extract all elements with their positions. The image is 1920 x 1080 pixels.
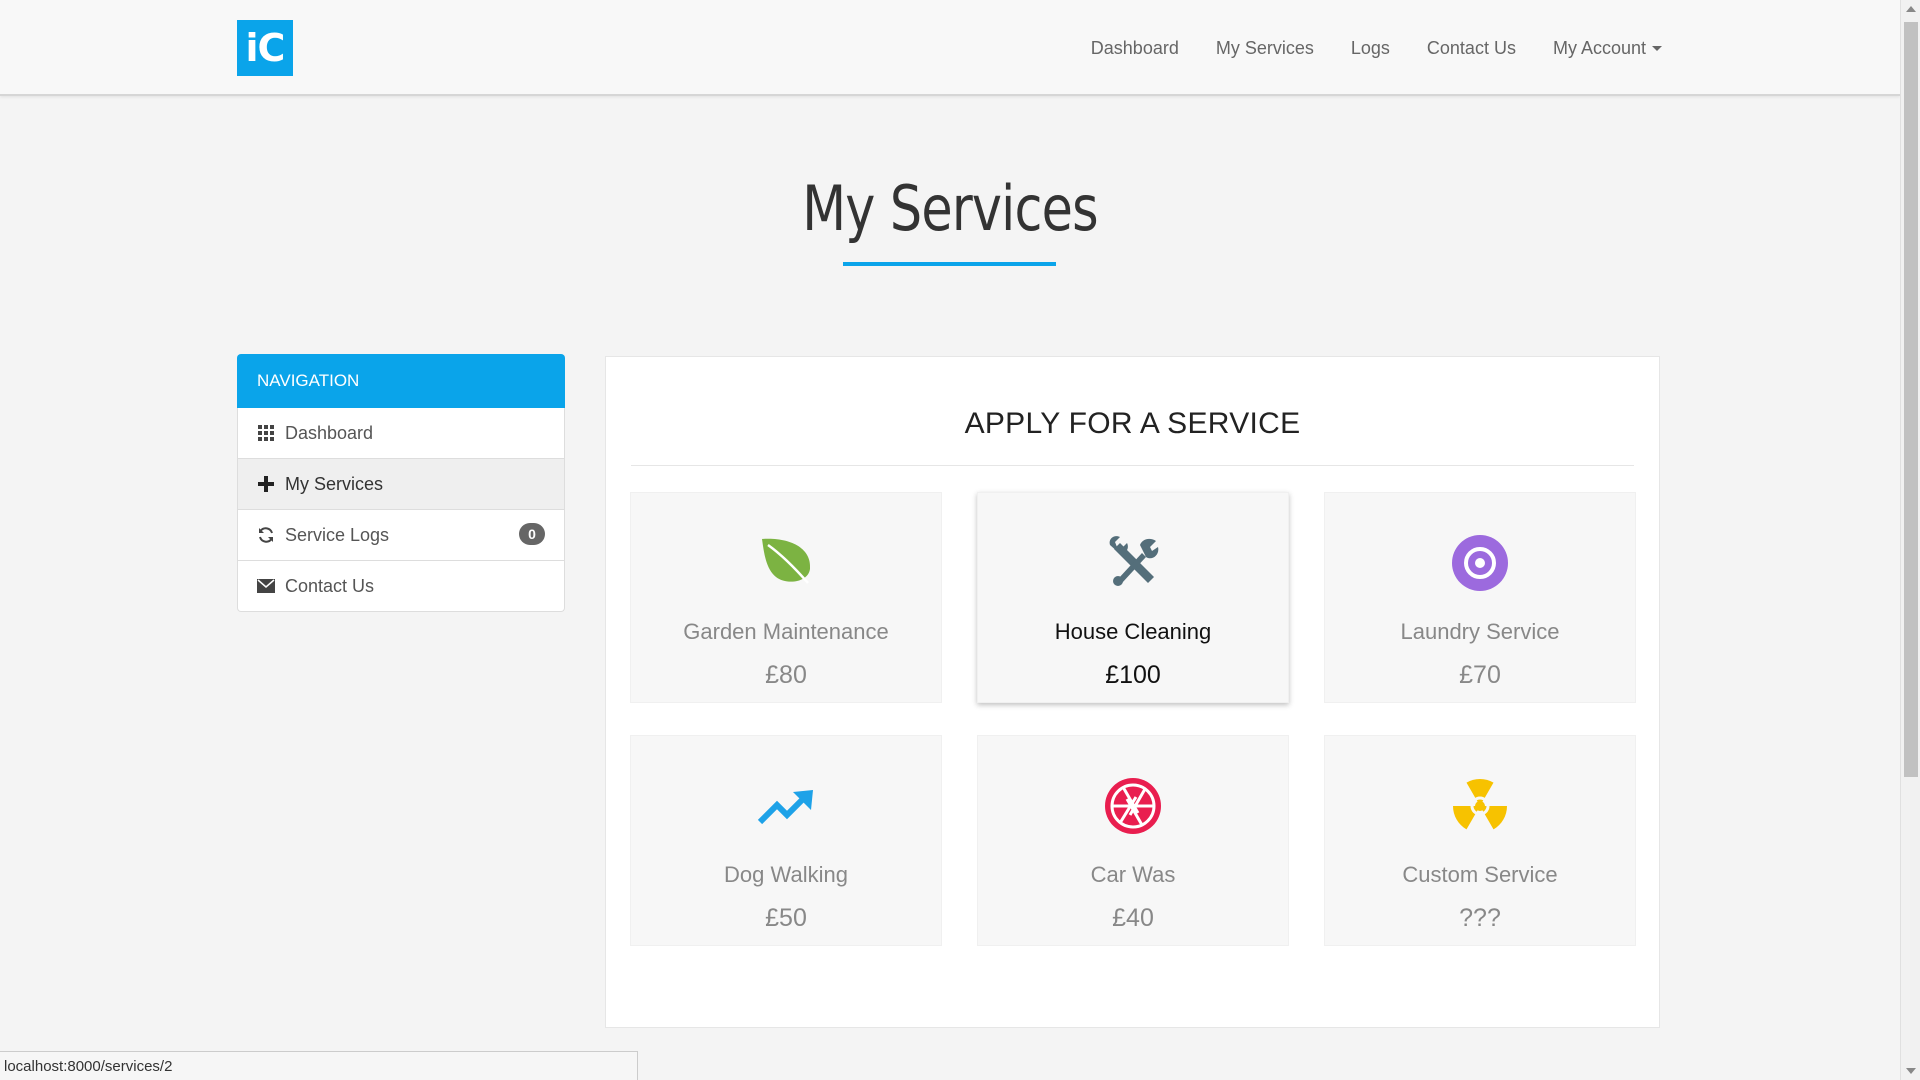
service-name: Dog Walking xyxy=(724,862,848,887)
service-name: Custom Service xyxy=(1402,862,1558,887)
sidebar-item-label: My Services xyxy=(285,473,384,494)
service-card-garden-maintenance[interactable]: Garden Maintenance £80 xyxy=(630,492,942,703)
service-price: £40 xyxy=(1112,904,1154,932)
service-price: £70 xyxy=(1459,661,1501,689)
top-navbar: iC Dashboard My Services Logs Contact Us… xyxy=(0,0,1900,96)
service-card-laundry-service[interactable]: Laundry Service £70 xyxy=(1324,492,1636,703)
browser-status-bar: localhost:8000/services/2 xyxy=(0,1051,638,1080)
sidebar-item-contact-us[interactable]: Contact Us xyxy=(237,561,565,612)
sidebar-item-label: Service Logs xyxy=(285,524,390,545)
scroll-down-arrow-icon[interactable] xyxy=(1906,1068,1916,1074)
caret-down-icon xyxy=(1652,46,1662,52)
topnav-logs-link[interactable]: Logs xyxy=(1351,38,1390,59)
apply-service-panel: APPLY FOR A SERVICE Garden Maintenance £… xyxy=(605,356,1660,1028)
status-url: localhost:8000/services/2 xyxy=(4,1057,173,1075)
service-name: Garden Maintenance xyxy=(683,619,889,644)
radiation-icon xyxy=(1325,778,1635,834)
vertical-scrollbar[interactable] xyxy=(1900,0,1920,1080)
grid-icon xyxy=(257,424,275,442)
my-account-label: My Account xyxy=(1552,37,1646,58)
my-account-dropdown[interactable]: My Account xyxy=(1553,38,1662,59)
title-underline xyxy=(843,262,1056,266)
service-name: House Cleaning xyxy=(1054,619,1212,644)
sidebar-item-my-services[interactable]: My Services xyxy=(237,459,565,510)
service-price: £50 xyxy=(765,904,807,932)
envelope-icon xyxy=(257,577,275,595)
aperture-icon xyxy=(978,778,1288,834)
sidebar-item-label: Contact Us xyxy=(285,575,375,596)
refresh-icon xyxy=(257,526,275,544)
logo[interactable]: iC xyxy=(237,20,293,76)
topnav-contact-link[interactable]: Contact Us xyxy=(1427,38,1516,59)
service-card-custom-service[interactable]: Custom Service ??? xyxy=(1324,735,1636,946)
scroll-up-arrow-icon[interactable] xyxy=(1906,6,1916,12)
service-name: Car Was xyxy=(1090,862,1176,887)
top-nav-links: Dashboard My Services Logs Contact Us My… xyxy=(1054,0,1662,96)
service-price: £100 xyxy=(1105,661,1161,689)
leaf-icon xyxy=(631,535,941,591)
service-card-car-was[interactable]: Car Was £40 xyxy=(977,735,1289,946)
service-logs-count-badge: 0 xyxy=(519,523,545,545)
page-title: My Services xyxy=(802,172,1098,245)
page: iC Dashboard My Services Logs Contact Us… xyxy=(0,0,1920,1080)
panel-title: APPLY FOR A SERVICE xyxy=(964,407,1301,440)
sidebar-item-dashboard[interactable]: Dashboard xyxy=(237,408,565,459)
panel-divider xyxy=(631,465,1634,466)
service-price: £80 xyxy=(765,661,807,689)
service-price: ??? xyxy=(1459,904,1501,932)
topnav-my-services-link[interactable]: My Services xyxy=(1216,38,1314,59)
scroll-thumb[interactable] xyxy=(1904,22,1918,777)
sidebar-heading: NAVIGATION xyxy=(237,354,565,408)
plus-icon xyxy=(257,475,275,493)
service-card-dog-walking[interactable]: Dog Walking £50 xyxy=(630,735,942,946)
target-icon xyxy=(1325,535,1635,591)
trending-up-icon xyxy=(631,778,941,834)
topnav-dashboard-link[interactable]: Dashboard xyxy=(1091,38,1179,59)
sidebar-item-label: Dashboard xyxy=(285,422,374,443)
service-name: Laundry Service xyxy=(1400,619,1560,644)
sidebar-navigation: NAVIGATION Dashboard My Services Service… xyxy=(237,354,565,612)
service-card-house-cleaning[interactable]: House Cleaning £100 xyxy=(977,492,1289,703)
sidebar-item-service-logs[interactable]: Service Logs 0 xyxy=(237,510,565,561)
tools-icon xyxy=(978,535,1288,591)
